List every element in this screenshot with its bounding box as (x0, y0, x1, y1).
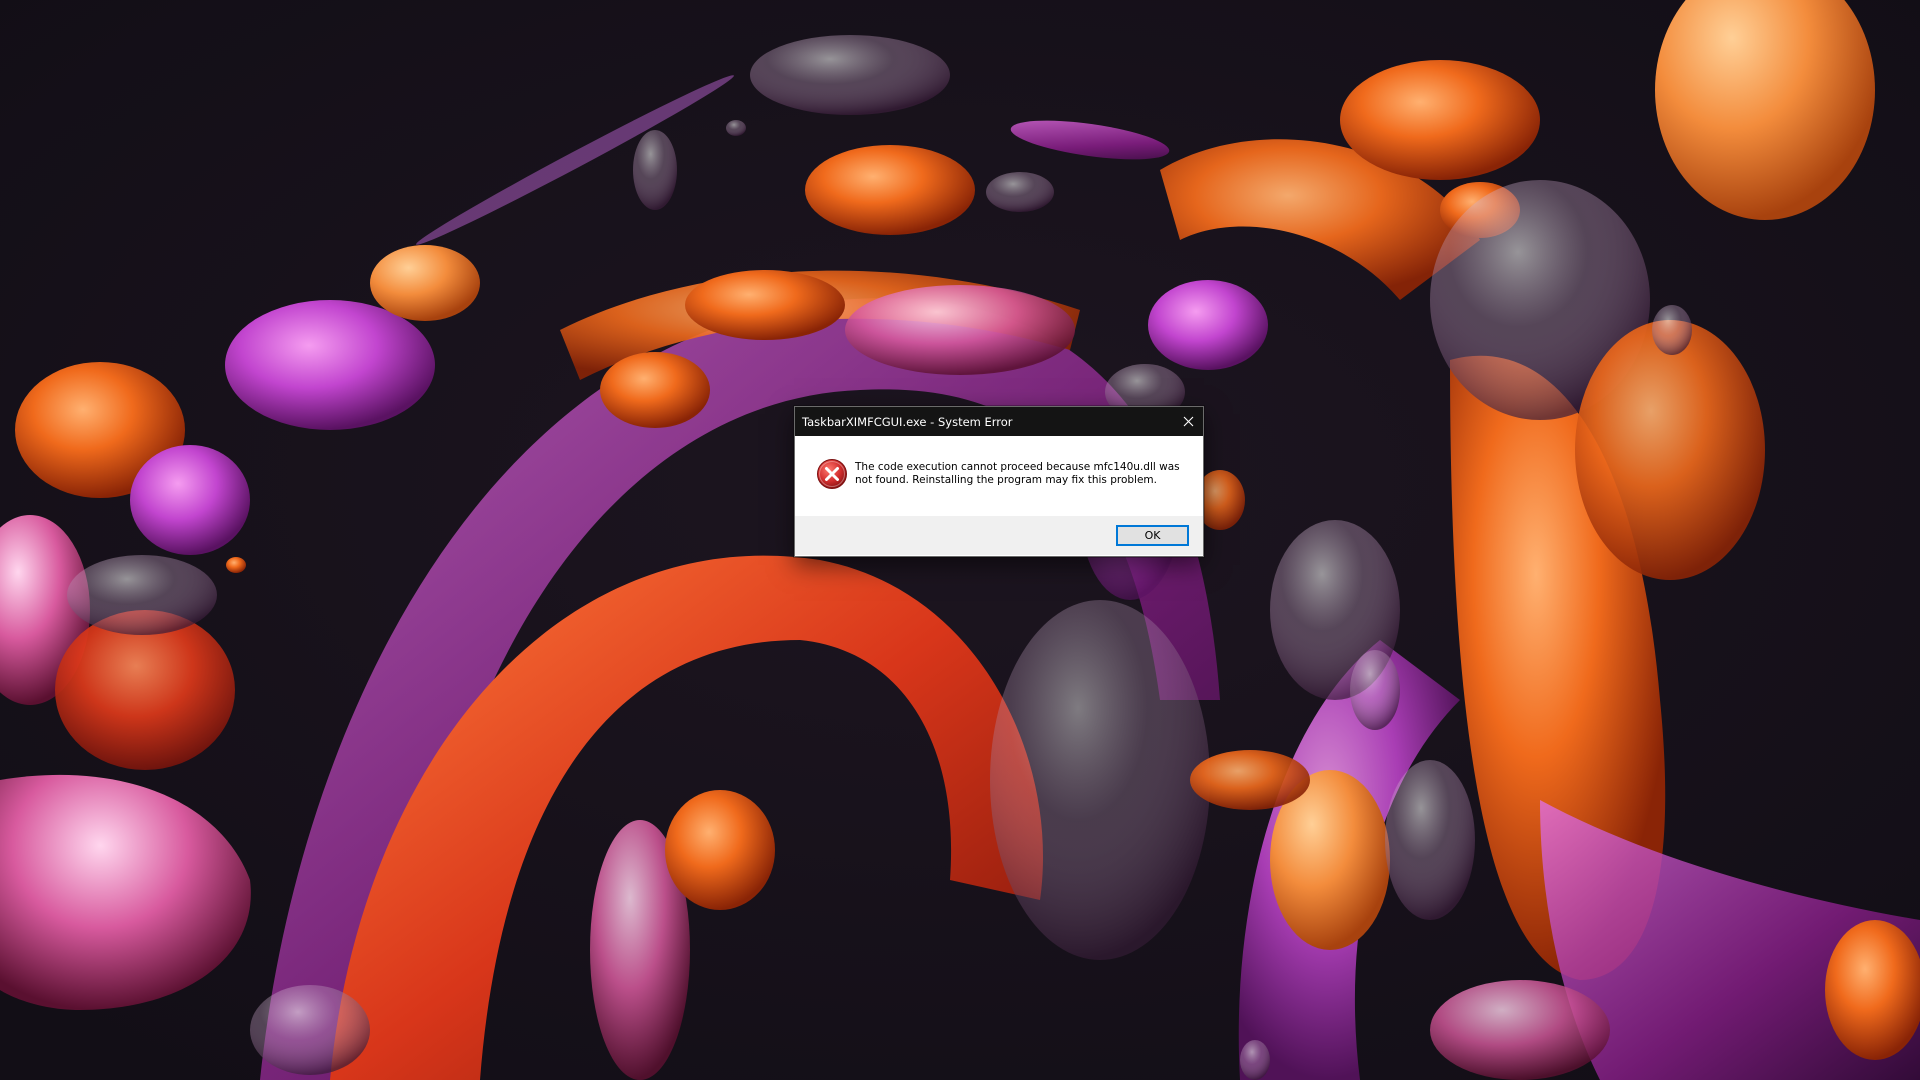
close-icon (1183, 416, 1193, 427)
system-error-dialog: TaskbarXIMFCGUI.exe - System Error The c… (794, 406, 1204, 557)
error-message: The code execution cannot proceed becaus… (855, 461, 1180, 486)
dialog-footer: OK (795, 516, 1203, 555)
ok-button[interactable]: OK (1116, 525, 1189, 546)
close-button[interactable] (1173, 407, 1203, 436)
dialog-titlebar[interactable]: TaskbarXIMFCGUI.exe - System Error (795, 407, 1203, 436)
error-icon (817, 459, 847, 489)
dialog-title: TaskbarXIMFCGUI.exe - System Error (802, 414, 1013, 429)
dialog-body: The code execution cannot proceed becaus… (795, 436, 1203, 516)
